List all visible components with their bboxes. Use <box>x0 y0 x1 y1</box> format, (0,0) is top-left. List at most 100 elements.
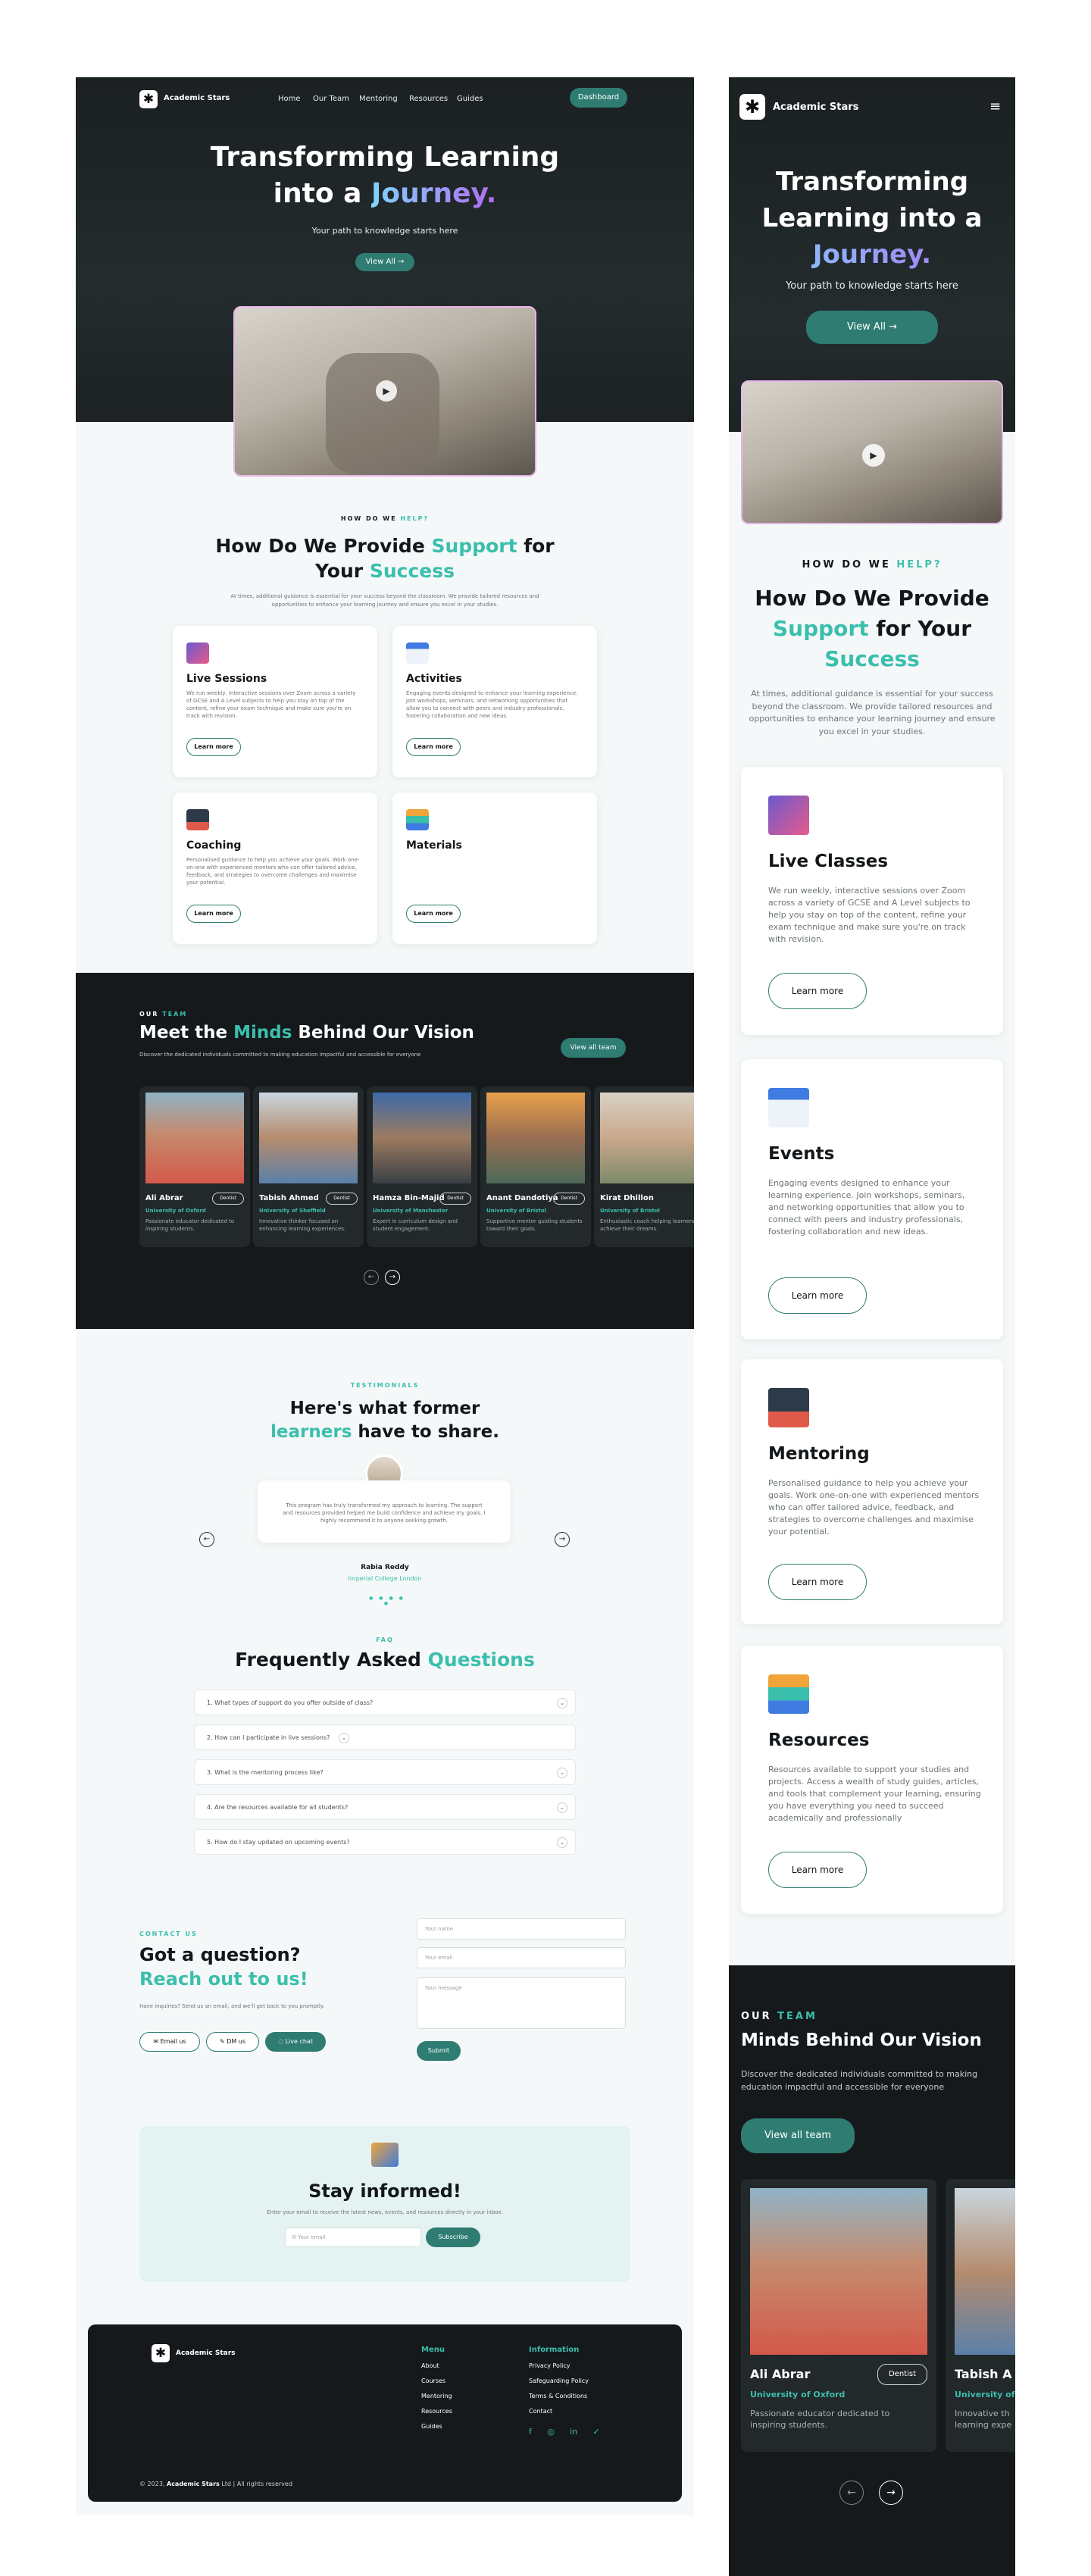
card-text: We run weekly, interactive sessions over… <box>768 886 971 944</box>
newsletter-description: Enter your email to receive the latest n… <box>267 2209 503 2215</box>
learn-more-button[interactable]: Learn more <box>768 973 867 1009</box>
contact-message-input[interactable]: Your message <box>417 1977 626 2029</box>
member-role-badge: Dentist <box>439 1193 471 1205</box>
chevron-down-icon[interactable]: ⌄ <box>557 1698 567 1708</box>
footer-link-safeguarding[interactable]: Safeguarding Policy <box>529 2377 589 2384</box>
facebook-icon[interactable]: f <box>529 2427 532 2437</box>
team-member-card[interactable]: Hamza Bin-Majid Dentist University of Ma… <box>367 1086 477 1247</box>
twitter-icon[interactable]: ✓ <box>593 2427 600 2437</box>
footer-link-contact[interactable]: Contact <box>529 2408 552 2415</box>
team-title: Meet the Minds Behind Our Vision <box>139 1023 474 1043</box>
support-title: How Do We Provide Support for Your Succe… <box>215 535 555 582</box>
subscribe-button[interactable]: Subscribe <box>426 2227 480 2247</box>
contact-name-input[interactable]: Your name <box>417 1918 626 1940</box>
testimonial-name: Rabia Reddy <box>361 1564 409 1571</box>
logo-icon[interactable]: ✱ <box>739 94 765 120</box>
learn-more-button[interactable]: Learn more <box>406 738 461 756</box>
member-university: University of Oxford <box>750 2390 846 2399</box>
hamburger-menu-icon[interactable]: ≡ <box>989 98 1001 114</box>
linkedin-icon[interactable]: in <box>570 2427 577 2437</box>
submit-button[interactable]: Submit <box>417 2041 461 2061</box>
logo-icon[interactable]: ✱ <box>152 2344 170 2362</box>
carousel-prev-icon[interactable]: ← <box>839 2481 864 2505</box>
testimonials-title: Here's what former learners have to shar… <box>270 1399 499 1442</box>
footer-link-resources[interactable]: Resources <box>421 2408 452 2415</box>
testimonial-next-icon[interactable]: → <box>555 1532 570 1547</box>
testimonial-prev-icon[interactable]: ← <box>199 1532 214 1547</box>
contact-eyebrow: CONTACT US <box>139 1930 198 1937</box>
testimonial-quote: This program has truly transformed my ap… <box>283 1502 486 1524</box>
dm-us-button[interactable]: ✎ DM us <box>206 2032 259 2052</box>
footer-link-mentoring[interactable]: Mentoring <box>421 2393 452 2399</box>
faq-item[interactable]: 5. How do I stay updated on upcoming eve… <box>194 1829 576 1855</box>
email-us-button[interactable]: ✉ Email us <box>139 2032 200 2052</box>
mobile-team-member-card[interactable]: Tabish A University of Innovative th lea… <box>946 2179 1015 2452</box>
learn-more-button[interactable]: Learn more <box>186 905 241 923</box>
chevron-down-icon[interactable]: ⌄ <box>339 1733 349 1743</box>
team-member-card[interactable]: Kirat Dhillon University of Bristol Enth… <box>594 1086 694 1247</box>
nav-our-team[interactable]: Our Team <box>313 95 349 103</box>
learn-more-button[interactable]: Learn more <box>768 1852 867 1888</box>
card-title: Activities <box>406 673 462 685</box>
play-icon[interactable]: ▶ <box>376 380 397 402</box>
hero-subtitle: Your path to knowledge starts here <box>311 226 458 236</box>
nav-guides[interactable]: Guides <box>457 95 483 103</box>
contact-description: Have inquiries? Send us an email, and we… <box>139 2003 325 2009</box>
chevron-down-icon[interactable]: ⌄ <box>557 1802 567 1813</box>
footer-link-about[interactable]: About <box>421 2362 439 2369</box>
nav-mentoring[interactable]: Mentoring <box>359 95 398 103</box>
faq-item[interactable]: 3. What is the mentoring process like? ⌄ <box>194 1759 576 1785</box>
testimonial-card: This program has truly transformed my ap… <box>258 1480 511 1543</box>
dashboard-button[interactable]: Dashboard <box>570 88 627 108</box>
video-grid-icon <box>768 796 809 835</box>
team-member-card[interactable]: Tabish Ahmed Dentist University of Sheff… <box>253 1086 364 1247</box>
footer-link-guides[interactable]: Guides <box>421 2423 442 2430</box>
hero-video[interactable]: ▶ <box>233 306 536 477</box>
desktop-view: ✱ Academic Stars Home Our Team Mentoring… <box>76 77 694 2515</box>
service-card-activities: Activities Engaging events designed to e… <box>392 626 597 777</box>
chevron-down-icon[interactable]: ⌄ <box>557 1768 567 1778</box>
mobile-team-section: OUR TEAM Minds Behind Our Vision Discove… <box>729 1965 1015 2576</box>
mobile-view-all-team-button[interactable]: View all team <box>741 2118 855 2153</box>
carousel-next-icon[interactable]: → <box>879 2481 903 2505</box>
card-text: Personalised guidance to help you achiev… <box>768 1478 980 1537</box>
footer-link-courses[interactable]: Courses <box>421 2377 445 2384</box>
footer-link-terms[interactable]: Terms & Conditions <box>529 2393 587 2399</box>
faq-item[interactable]: 4. Are the resources available for all s… <box>194 1794 576 1820</box>
learn-more-button[interactable]: Learn more <box>406 905 461 923</box>
learn-more-button[interactable]: Learn more <box>768 1277 867 1314</box>
member-photo <box>600 1093 694 1183</box>
faq-item[interactable]: 2. How can I participate in live session… <box>194 1724 576 1750</box>
member-university: University of Sheffield <box>259 1208 326 1214</box>
mobile-team-title: Minds Behind Our Vision <box>741 2030 982 2050</box>
learn-more-button[interactable]: Learn more <box>768 1564 867 1600</box>
live-chat-button[interactable]: ◌ Live chat <box>265 2032 326 2052</box>
card-title: Events <box>768 1144 835 1164</box>
mobile-team-member-card[interactable]: Ali Abrar Dentist University of Oxford P… <box>741 2179 936 2452</box>
faq-item[interactable]: 1. What types of support do you offer ou… <box>194 1690 576 1715</box>
chevron-down-icon[interactable]: ⌄ <box>557 1837 567 1848</box>
team-member-card[interactable]: Anant Dandotiya Dentist University of Br… <box>480 1086 591 1247</box>
footer-link-privacy[interactable]: Privacy Policy <box>529 2362 571 2369</box>
footer-info-title: Information <box>529 2346 580 2354</box>
play-icon[interactable]: ▶ <box>862 444 885 467</box>
testimonial-school: Imperial College London <box>348 1575 422 1582</box>
view-all-button[interactable]: View All → <box>355 253 414 271</box>
logo-icon[interactable]: ✱ <box>139 90 158 108</box>
carousel-prev-icon[interactable]: ← <box>364 1270 379 1285</box>
member-photo <box>373 1093 471 1183</box>
instagram-icon[interactable]: ◎ <box>547 2427 555 2437</box>
learn-more-button[interactable]: Learn more <box>186 738 241 756</box>
carousel-next-icon[interactable]: → <box>385 1270 400 1285</box>
nav-home[interactable]: Home <box>278 95 301 103</box>
nav-resources[interactable]: Resources <box>409 95 448 103</box>
contact-email-input[interactable]: Your email <box>417 1947 626 1968</box>
testimonial-dots[interactable]: ● ● ● ● ● <box>364 1596 410 1606</box>
newsletter-email-input[interactable]: ✉ Your email <box>285 2227 421 2247</box>
mobile-hero-video[interactable]: ▶ <box>741 380 1003 524</box>
member-role-badge: Dentist <box>553 1193 585 1205</box>
mobile-view-all-button[interactable]: View All → <box>806 311 938 344</box>
view-all-team-button[interactable]: View all team <box>561 1038 626 1058</box>
team-member-card[interactable]: Ali Abrar Dentist University of Oxford P… <box>139 1086 250 1247</box>
testimonials-eyebrow: TESTIMONIALS <box>350 1382 420 1389</box>
